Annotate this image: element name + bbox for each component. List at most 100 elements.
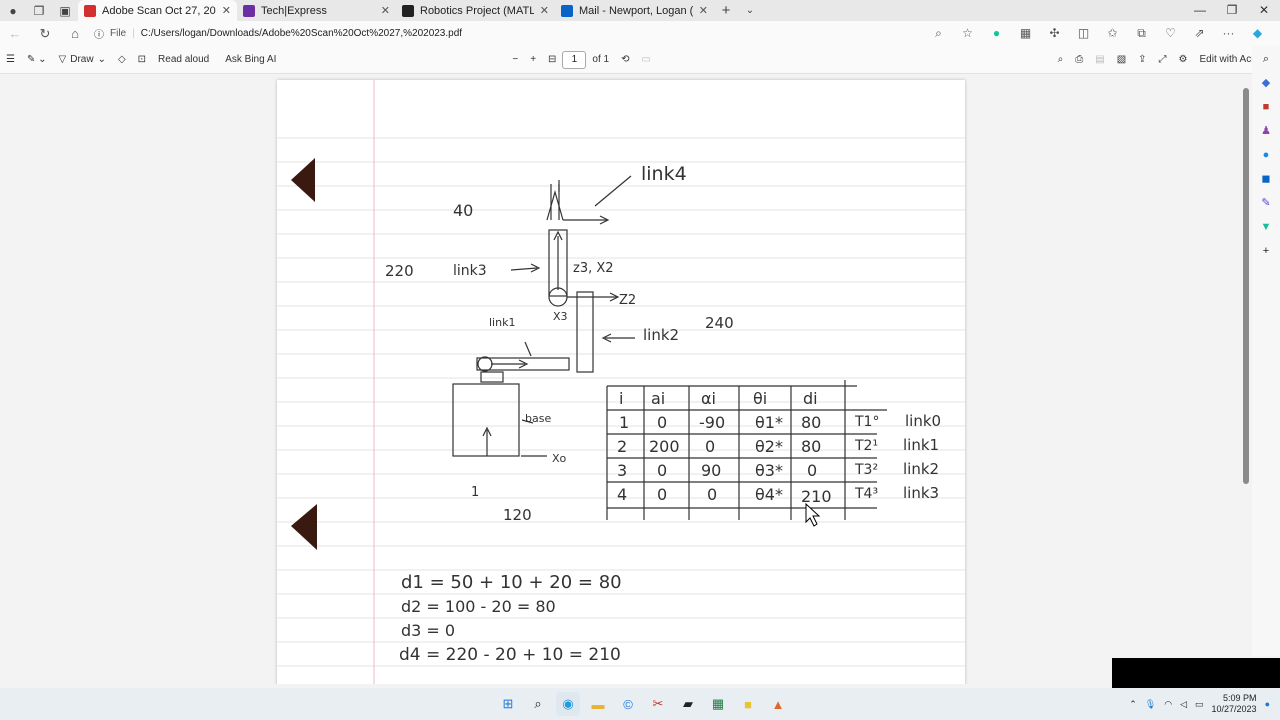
close-tab-icon[interactable]: ✕ bbox=[699, 4, 708, 17]
table-header: θi bbox=[753, 389, 767, 408]
tab-actions-icon[interactable]: ▣ bbox=[52, 0, 78, 21]
address-bar: ← ↻ ⌂ ⓘ File | C:/Users/logan/Downloads/… bbox=[0, 21, 1280, 46]
page-number-input[interactable]: 1 bbox=[562, 50, 587, 69]
home-icon[interactable]: ⌂ bbox=[60, 26, 90, 41]
back-icon[interactable]: ← bbox=[0, 26, 30, 41]
scrollbar-thumb[interactable] bbox=[1243, 88, 1249, 484]
file-explorer-icon[interactable]: ▬ bbox=[586, 692, 610, 716]
tab-robotics-project[interactable]: Robotics Project (MATLAB) Part ✕ bbox=[396, 0, 555, 21]
microphone-icon[interactable]: 🎙 bbox=[1145, 699, 1156, 710]
share-icon[interactable]: ⇗ bbox=[1185, 26, 1214, 41]
wifi-icon[interactable]: ◠ bbox=[1164, 699, 1172, 710]
snip-icon[interactable]: ✂ bbox=[646, 692, 670, 716]
table-cell: 2 bbox=[617, 437, 627, 456]
close-window-icon[interactable]: ✕ bbox=[1248, 0, 1280, 21]
sidebar-games-icon[interactable]: ♟ bbox=[1259, 124, 1273, 138]
excel-icon[interactable]: ▦ bbox=[706, 692, 730, 716]
techexpress-icon bbox=[243, 4, 255, 17]
vertical-scrollbar[interactable] bbox=[1240, 74, 1252, 684]
matlab-icon[interactable]: ▲ bbox=[766, 692, 790, 716]
table-cell: 80 bbox=[801, 437, 821, 456]
split-screen-icon[interactable]: ◫ bbox=[1069, 26, 1098, 41]
draw-icon: ▽ bbox=[58, 54, 67, 65]
more-menu-icon[interactable]: ··· bbox=[1214, 26, 1243, 41]
notifications-icon[interactable]: ● bbox=[1265, 699, 1270, 709]
text-icon[interactable]: ⊡ bbox=[132, 54, 152, 65]
equation-d1: d1 = 50 + 10 + 20 = 80 bbox=[401, 572, 622, 593]
tab-mail[interactable]: Mail - Newport, Logan (lmnewp ✕ bbox=[555, 0, 714, 21]
workspaces-icon[interactable]: ❐ bbox=[26, 0, 52, 21]
table-cell: 4 bbox=[617, 485, 627, 504]
terminal-icon[interactable]: ▰ bbox=[676, 692, 700, 716]
restore-icon[interactable]: ❐ bbox=[1216, 0, 1248, 21]
sidebar-add-icon[interactable]: + bbox=[1259, 244, 1273, 258]
browser-essentials-icon[interactable]: ♡ bbox=[1156, 26, 1185, 41]
table-cell: link2 bbox=[903, 460, 939, 478]
sidebar-office-icon[interactable]: ● bbox=[1259, 148, 1273, 162]
close-tab-icon[interactable]: ✕ bbox=[540, 4, 549, 17]
taskbar-search-icon[interactable]: ⌕ bbox=[526, 692, 550, 716]
fullscreen-icon[interactable]: ⤢ bbox=[1153, 54, 1173, 65]
clock[interactable]: 5:09 PM 10/27/2023 bbox=[1212, 693, 1257, 715]
page-view-icon[interactable]: ▭ bbox=[636, 54, 657, 65]
highlight-icon[interactable]: ✎ ⌄ bbox=[21, 54, 53, 65]
extensions-puzzle-icon[interactable]: ✣ bbox=[1040, 26, 1069, 41]
table-header: αi bbox=[701, 389, 716, 408]
sidebar-drop-icon[interactable]: ▼ bbox=[1259, 220, 1273, 234]
start-icon[interactable]: ⊞ bbox=[496, 692, 520, 716]
close-tab-icon[interactable]: ✕ bbox=[381, 4, 390, 17]
zoom-icon[interactable]: ⌕ bbox=[924, 26, 953, 41]
share-pdf-icon[interactable]: ⇪ bbox=[1132, 54, 1152, 65]
search-icon[interactable]: ⌕ bbox=[1052, 54, 1070, 65]
extension-icon[interactable]: ▦ bbox=[1011, 26, 1040, 41]
volume-icon[interactable]: ◁ bbox=[1180, 699, 1187, 710]
tab-list-chevron-icon[interactable]: ⌄ bbox=[738, 5, 762, 16]
print-icon[interactable]: ⎙ bbox=[1069, 54, 1089, 65]
table-cell: -90 bbox=[699, 413, 725, 432]
label-40: 40 bbox=[453, 201, 473, 220]
erase-icon[interactable]: ◇ bbox=[112, 54, 132, 65]
handwritten-notes: 40 link4 220 link3 z3, X2 Z2 X3 link1 li… bbox=[277, 80, 965, 684]
contents-icon[interactable]: ☰ bbox=[0, 54, 21, 65]
url-field[interactable]: ⓘ File | C:/Users/logan/Downloads/Adobe%… bbox=[94, 26, 924, 41]
read-aloud-button[interactable]: Read aloud bbox=[152, 54, 215, 65]
battery-icon[interactable]: ▭ bbox=[1195, 699, 1204, 710]
sidebar-designer-icon[interactable]: ✎ bbox=[1259, 196, 1273, 210]
copilot-icon[interactable]: ◆ bbox=[1243, 26, 1272, 41]
save-icon[interactable]: ▤ bbox=[1089, 54, 1110, 65]
label-link3: link3 bbox=[453, 263, 487, 279]
mouse-cursor-icon bbox=[805, 502, 821, 527]
profile-icon[interactable]: ● bbox=[0, 0, 26, 21]
sidebar-tools-icon[interactable]: ■ bbox=[1259, 100, 1273, 114]
label-1: 1 bbox=[471, 485, 479, 500]
table-cell: 0 bbox=[657, 413, 667, 432]
zoom-in-icon[interactable]: + bbox=[524, 54, 542, 65]
close-tab-icon[interactable]: ✕ bbox=[222, 4, 231, 17]
draw-button[interactable]: ▽ Draw ⌄ bbox=[53, 54, 112, 65]
sidebar-outlook-icon[interactable]: ◼ bbox=[1259, 172, 1273, 186]
collections-icon[interactable]: ⧉ bbox=[1127, 26, 1156, 41]
refresh-icon[interactable]: ↻ bbox=[30, 26, 60, 42]
tab-techexpress[interactable]: Tech|Express ✕ bbox=[237, 0, 396, 21]
grammarly-icon[interactable]: ● bbox=[982, 26, 1011, 41]
edge-icon[interactable]: ◉ bbox=[556, 692, 580, 716]
tab-adobe-scan[interactable]: Adobe Scan Oct 27, 2023.pdf ✕ bbox=[78, 0, 237, 21]
tray-chevron-icon[interactable]: ⌃ bbox=[1129, 699, 1137, 710]
app-icon[interactable]: © bbox=[616, 692, 640, 716]
sticky-notes-icon[interactable]: ■ bbox=[736, 692, 760, 716]
overlay-box bbox=[1112, 658, 1280, 688]
table-cell: 0 bbox=[707, 485, 717, 504]
table-cell: 80 bbox=[801, 413, 821, 432]
minimize-icon[interactable]: — bbox=[1184, 0, 1216, 21]
zoom-out-icon[interactable]: − bbox=[506, 54, 524, 65]
favorites-icon[interactable]: ✩ bbox=[1098, 26, 1127, 41]
rotate-icon[interactable]: ⟲ bbox=[615, 54, 635, 65]
settings-gear-icon[interactable]: ⚙ bbox=[1173, 54, 1194, 65]
sidebar-tag-icon[interactable]: ◆ bbox=[1259, 76, 1273, 90]
ask-bing-button[interactable]: Ask Bing AI bbox=[219, 54, 282, 65]
favorite-star-icon[interactable]: ☆ bbox=[953, 26, 982, 41]
new-tab-icon[interactable]: + bbox=[714, 2, 738, 19]
sidebar-search-icon[interactable]: ⌕ bbox=[1259, 52, 1273, 66]
save-as-icon[interactable]: ▧ bbox=[1111, 54, 1132, 65]
fit-page-icon[interactable]: ⊟ bbox=[542, 54, 562, 65]
